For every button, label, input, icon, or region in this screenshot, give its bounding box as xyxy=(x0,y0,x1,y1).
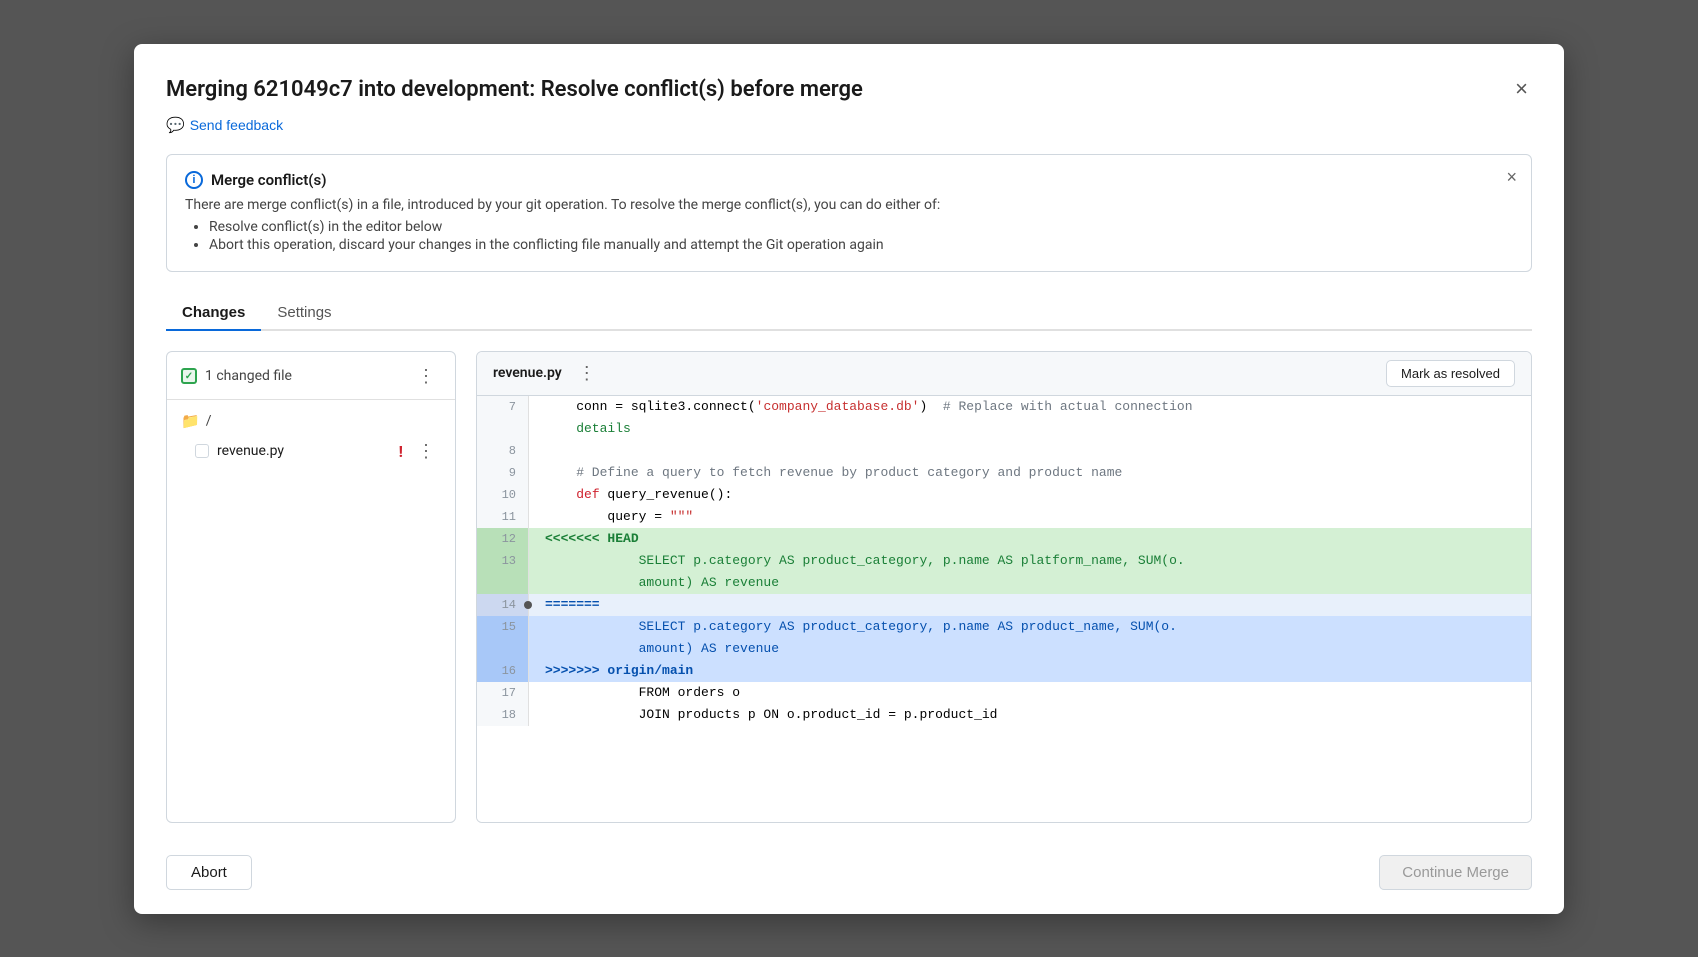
modal: Merging 621049c7 into development: Resol… xyxy=(134,44,1564,914)
line-number: 18 xyxy=(477,704,529,726)
code-line-conflict-mid: 14 ======= xyxy=(477,594,1531,616)
tabs: Changes Settings xyxy=(166,296,1532,331)
line-content xyxy=(529,440,1531,462)
editor-header: revenue.py ⋮ Mark as resolved xyxy=(477,352,1531,396)
line-number: 15 xyxy=(477,616,529,638)
info-icon: i xyxy=(185,171,203,189)
file-count: 1 changed file xyxy=(181,368,292,384)
file-name: revenue.py xyxy=(217,443,391,459)
code-line-conflict-head: 12 <<<<<<< HEAD xyxy=(477,528,1531,550)
send-feedback-button[interactable]: 💬 Send feedback xyxy=(166,116,1532,134)
info-banner: i Merge conflict(s) There are merge conf… xyxy=(166,154,1532,272)
line-content: query = """ xyxy=(529,506,1531,528)
check-icon xyxy=(181,368,197,384)
code-line: details xyxy=(477,418,1531,440)
folder-row: 📁 / xyxy=(167,408,455,434)
code-line: 8 xyxy=(477,440,1531,462)
line-number: 13 xyxy=(477,550,529,572)
line-number: 7 xyxy=(477,396,529,418)
line-content: conn = sqlite3.connect('company_database… xyxy=(529,396,1531,418)
file-panel: 1 changed file ⋮ 📁 / revenue.py ! ⋮ xyxy=(166,351,456,823)
banner-close-button[interactable]: × xyxy=(1506,167,1517,188)
modal-header: Merging 621049c7 into development: Resol… xyxy=(166,76,1532,106)
line-content: <<<<<<< HEAD xyxy=(529,528,1531,550)
line-content: FROM orders o xyxy=(529,682,1531,704)
code-line-conflict-head: 13 SELECT p.category AS product_category… xyxy=(477,550,1531,572)
line-content: # Define a query to fetch revenue by pro… xyxy=(529,462,1531,484)
line-number xyxy=(477,572,529,594)
code-line-conflict-head: amount) AS revenue xyxy=(477,572,1531,594)
feedback-icon: 💬 xyxy=(166,116,185,134)
code-line: 9 # Define a query to fetch revenue by p… xyxy=(477,462,1531,484)
editor-filename: revenue.py xyxy=(493,365,562,381)
line-content: >>>>>>> origin/main xyxy=(529,660,1531,682)
code-line-conflict-incoming: 16 >>>>>>> origin/main xyxy=(477,660,1531,682)
line-number: 16 xyxy=(477,660,529,682)
line-content: amount) AS revenue xyxy=(529,638,1531,660)
footer: Abort Continue Merge xyxy=(166,843,1532,890)
send-feedback-label: Send feedback xyxy=(190,117,283,133)
code-line: 18 JOIN products p ON o.product_id = p.p… xyxy=(477,704,1531,726)
mark-resolved-button[interactable]: Mark as resolved xyxy=(1386,360,1515,387)
banner-bullet-1: Resolve conflict(s) in the editor below xyxy=(209,219,1513,235)
line-content: JOIN products p ON o.product_id = p.prod… xyxy=(529,704,1531,726)
line-number: 12 xyxy=(477,528,529,550)
code-line-conflict-incoming: amount) AS revenue xyxy=(477,638,1531,660)
code-line: 11 query = """ xyxy=(477,506,1531,528)
line-content: def query_revenue(): xyxy=(529,484,1531,506)
banner-header: i Merge conflict(s) xyxy=(185,171,1513,189)
code-line: 10 def query_revenue(): xyxy=(477,484,1531,506)
folder-icon: 📁 xyxy=(181,412,200,430)
line-content: details xyxy=(529,418,1531,440)
line-number: 11 xyxy=(477,506,529,528)
banner-list: Resolve conflict(s) in the editor below … xyxy=(185,219,1513,253)
file-panel-menu-button[interactable]: ⋮ xyxy=(411,364,441,389)
code-editor[interactable]: 7 conn = sqlite3.connect('company_databa… xyxy=(477,396,1531,822)
line-content: SELECT p.category AS product_category, p… xyxy=(529,616,1531,638)
line-content: ======= xyxy=(529,594,1531,616)
line-number: 9 xyxy=(477,462,529,484)
line-content: SELECT p.category AS product_category, p… xyxy=(529,550,1531,572)
code-line: 7 conn = sqlite3.connect('company_databa… xyxy=(477,396,1531,418)
code-line-conflict-incoming: 15 SELECT p.category AS product_category… xyxy=(477,616,1531,638)
editor-panel: revenue.py ⋮ Mark as resolved 7 conn = s… xyxy=(476,351,1532,823)
line-number: 10 xyxy=(477,484,529,506)
line-number xyxy=(477,418,529,440)
abort-button[interactable]: Abort xyxy=(166,855,252,890)
file-checkbox[interactable] xyxy=(195,444,209,458)
line-content: amount) AS revenue xyxy=(529,572,1531,594)
file-menu-button[interactable]: ⋮ xyxy=(411,439,441,464)
file-row[interactable]: revenue.py ! ⋮ xyxy=(167,434,455,469)
banner-bullet-2: Abort this operation, discard your chang… xyxy=(209,237,1513,253)
modal-title: Merging 621049c7 into development: Resol… xyxy=(166,76,863,105)
close-button[interactable]: × xyxy=(1511,72,1532,106)
conflict-icon: ! xyxy=(399,442,403,461)
line-number xyxy=(477,638,529,660)
editor-menu-button[interactable]: ⋮ xyxy=(572,361,602,386)
line-number: 14 xyxy=(477,594,529,616)
continue-merge-button[interactable]: Continue Merge xyxy=(1379,855,1532,890)
tab-settings[interactable]: Settings xyxy=(261,296,347,331)
line-number: 17 xyxy=(477,682,529,704)
code-line: 17 FROM orders o xyxy=(477,682,1531,704)
main-content: 1 changed file ⋮ 📁 / revenue.py ! ⋮ reve… xyxy=(166,351,1532,823)
line-number: 8 xyxy=(477,440,529,462)
file-count-label: 1 changed file xyxy=(205,368,292,384)
folder-name: / xyxy=(206,413,212,429)
banner-title: Merge conflict(s) xyxy=(211,171,326,189)
file-panel-header: 1 changed file ⋮ xyxy=(167,364,455,400)
tab-changes[interactable]: Changes xyxy=(166,296,261,331)
banner-description: There are merge conflict(s) in a file, i… xyxy=(185,197,1513,213)
